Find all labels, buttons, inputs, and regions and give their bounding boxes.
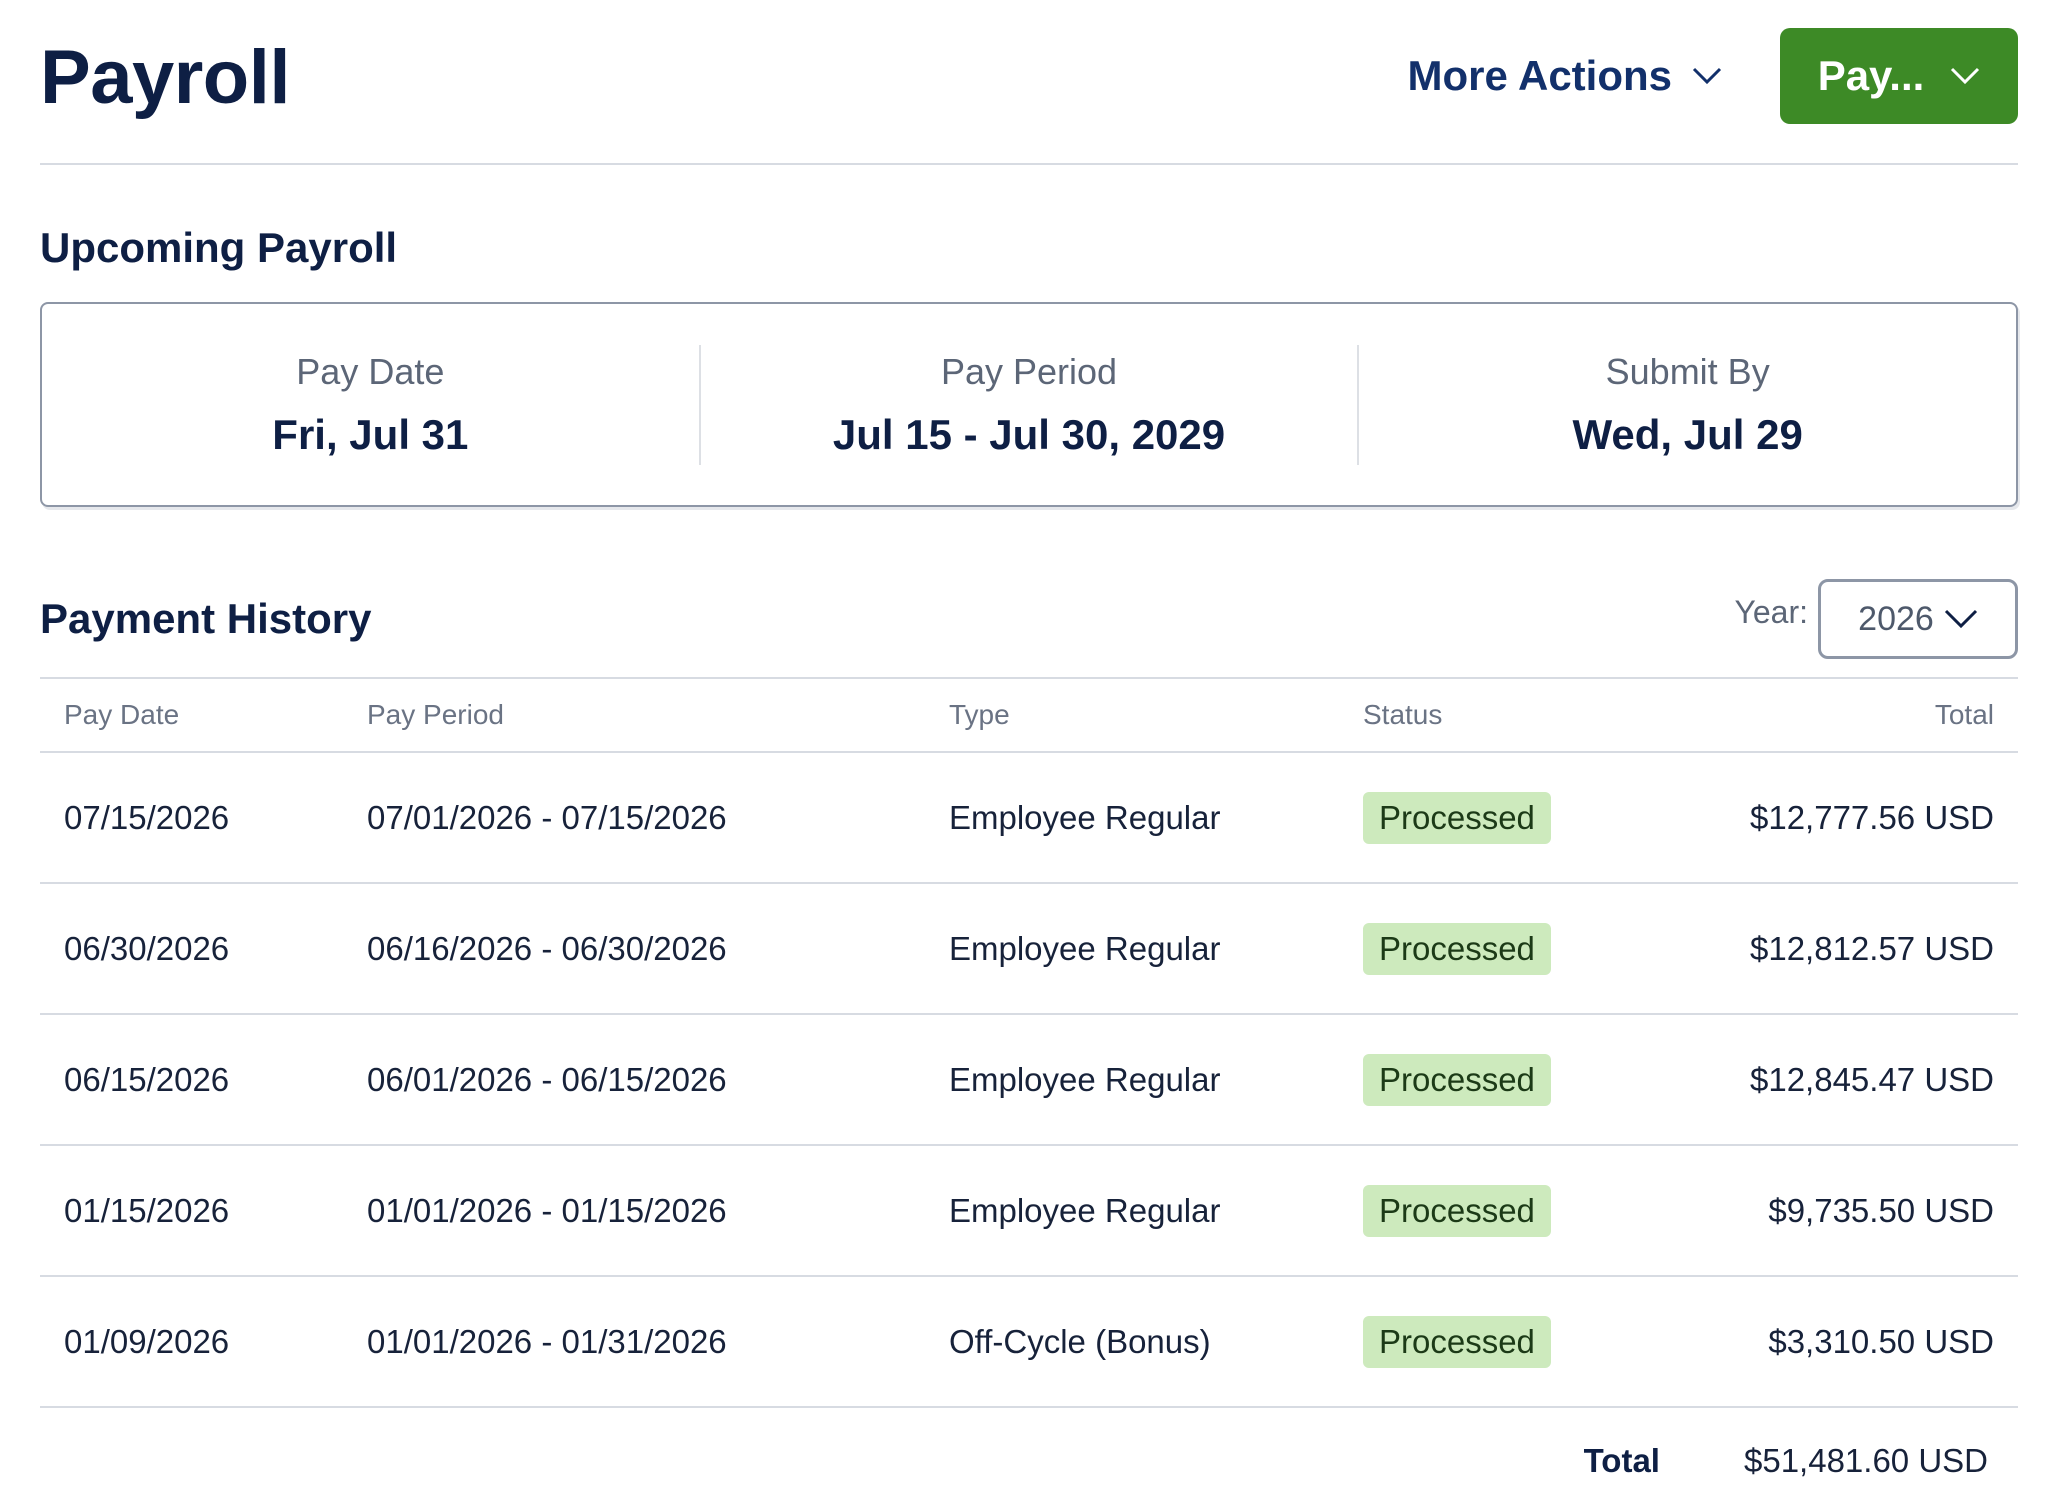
cell-status: Processed	[1363, 1315, 1663, 1368]
status-badge: Processed	[1363, 1184, 1551, 1237]
upcoming-label: Pay Period	[940, 350, 1118, 392]
history-total: Total $51,481.60 USD	[40, 1442, 2018, 1480]
cell-pay-date: 01/09/2026	[64, 1322, 230, 1360]
cell-status: Processed	[1363, 922, 1663, 975]
column-header-total[interactable]: Total	[1663, 699, 1994, 731]
payroll-page: Payroll More Actions Pay... Upcoming Pay…	[0, 0, 2058, 1498]
cell-total: $12,812.57 USD	[1749, 929, 1994, 967]
cell-type: Employee Regular	[949, 798, 1221, 836]
upcoming-label: Submit By	[1605, 350, 1770, 392]
cell-type: Off-Cycle (Bonus)	[949, 1322, 1211, 1360]
column-header-pay-date[interactable]: Pay Date	[64, 699, 367, 731]
table-row[interactable]: 06/15/2026 06/01/2026 - 06/15/2026 Emplo…	[40, 1015, 2018, 1146]
cell-status: Processed	[1363, 791, 1663, 844]
column-header-pay-period[interactable]: Pay Period	[367, 699, 949, 731]
upcoming-label: Pay Date	[296, 350, 445, 392]
status-badge: Processed	[1363, 1315, 1551, 1368]
year-select[interactable]: 2026	[1818, 579, 2018, 659]
upcoming-payroll-title: Upcoming Payroll	[40, 224, 398, 271]
table-row[interactable]: 06/30/2026 06/16/2026 - 06/30/2026 Emplo…	[40, 884, 2018, 1015]
pay-button-label: Pay...	[1817, 51, 1925, 99]
payment-history-table: Pay Date Pay Period Type Status Total 07…	[40, 677, 2018, 1408]
column-header-type[interactable]: Type	[949, 699, 1363, 731]
table-row[interactable]: 01/09/2026 01/01/2026 - 01/31/2026 Off-C…	[40, 1277, 2018, 1408]
more-actions-label: More Actions	[1407, 51, 1672, 99]
column-header-status[interactable]: Status	[1363, 699, 1663, 731]
cell-pay-date: 06/30/2026	[64, 929, 230, 967]
upcoming-submit-by: Submit By Wed, Jul 29	[1357, 344, 2016, 465]
table-header-row: Pay Date Pay Period Type Status Total	[40, 679, 2018, 753]
cell-pay-period: 06/16/2026 - 06/30/2026	[367, 929, 727, 967]
year-label: Year:	[1734, 593, 1808, 630]
upcoming-payroll-card: Pay Date Fri, Jul 31 Pay Period Jul 15 -…	[40, 302, 2018, 507]
year-select-value: 2026	[1858, 599, 1934, 638]
table-row[interactable]: 07/15/2026 07/01/2026 - 07/15/2026 Emplo…	[40, 753, 2018, 884]
status-badge: Processed	[1363, 791, 1551, 844]
payment-history-header: Payment History Year: 2026	[40, 579, 2018, 659]
total-value: $51,481.60 USD	[1743, 1442, 1988, 1479]
cell-total: $9,735.50 USD	[1768, 1191, 1994, 1229]
page-title: Payroll	[40, 35, 290, 120]
more-actions-button[interactable]: More Actions	[1408, 52, 1722, 100]
cell-status: Processed	[1363, 1053, 1663, 1106]
year-filter: Year: 2026	[1734, 579, 2018, 659]
chevron-down-icon	[1950, 67, 1980, 85]
table-row[interactable]: 01/15/2026 01/01/2026 - 01/15/2026 Emplo…	[40, 1146, 2018, 1277]
cell-total: $12,845.47 USD	[1749, 1060, 1994, 1098]
chevron-down-icon	[1944, 609, 1978, 629]
upcoming-value: Wed, Jul 29	[1572, 410, 1803, 458]
cell-pay-date: 07/15/2026	[64, 798, 230, 836]
cell-total: $12,777.56 USD	[1749, 798, 1994, 836]
upcoming-value: Fri, Jul 31	[272, 410, 469, 458]
page-header: Payroll More Actions Pay...	[40, 0, 2018, 165]
upcoming-pay-date: Pay Date Fri, Jul 31	[42, 345, 699, 465]
upcoming-value: Jul 15 - Jul 30, 2029	[832, 410, 1226, 458]
cell-pay-period: 01/01/2026 - 01/15/2026	[367, 1191, 727, 1229]
cell-pay-period: 07/01/2026 - 07/15/2026	[367, 798, 727, 836]
chevron-down-icon	[1692, 67, 1722, 85]
payment-history-title: Payment History	[40, 595, 372, 642]
cell-type: Employee Regular	[949, 1191, 1221, 1229]
cell-type: Employee Regular	[949, 929, 1221, 967]
pay-button[interactable]: Pay...	[1780, 27, 2018, 124]
cell-pay-period: 01/01/2026 - 01/31/2026	[367, 1322, 727, 1360]
header-actions: More Actions Pay...	[1408, 27, 2018, 124]
upcoming-pay-period: Pay Period Jul 15 - Jul 30, 2029	[698, 344, 1358, 465]
status-badge: Processed	[1363, 922, 1551, 975]
total-label: Total	[1583, 1442, 1660, 1479]
status-badge: Processed	[1363, 1053, 1551, 1106]
cell-status: Processed	[1363, 1184, 1663, 1237]
cell-pay-date: 06/15/2026	[64, 1060, 230, 1098]
cell-total: $3,310.50 USD	[1768, 1322, 1994, 1360]
cell-type: Employee Regular	[949, 1060, 1221, 1098]
cell-pay-period: 06/01/2026 - 06/15/2026	[367, 1060, 727, 1098]
cell-pay-date: 01/15/2026	[64, 1191, 230, 1229]
